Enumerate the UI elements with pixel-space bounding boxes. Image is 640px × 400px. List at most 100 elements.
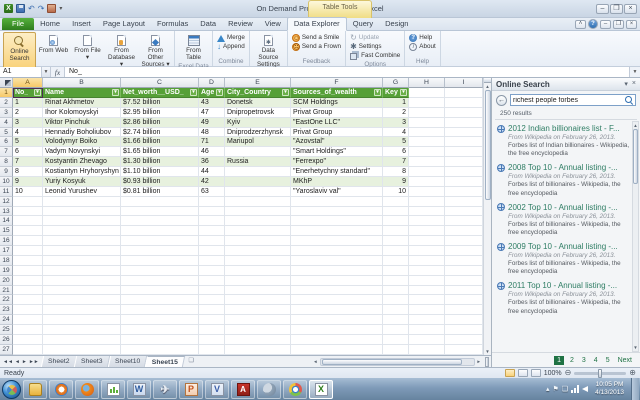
empty-cell[interactable] bbox=[13, 315, 43, 325]
table-cell[interactable]: SCM Holdings bbox=[291, 98, 383, 108]
table-cell[interactable]: Vadym Novynskyi bbox=[43, 147, 121, 157]
redo-icon[interactable]: ↷ bbox=[38, 4, 45, 13]
table-cell[interactable]: Dniprodzerzhynsk bbox=[225, 128, 291, 138]
row-header-12[interactable]: 12 bbox=[0, 197, 13, 207]
zoom-level[interactable]: 100% bbox=[544, 370, 562, 377]
table-cell[interactable]: 3 bbox=[383, 118, 409, 128]
empty-cell[interactable] bbox=[383, 335, 409, 345]
table-cell[interactable]: $1.66 billion bbox=[121, 137, 199, 147]
empty-cell[interactable] bbox=[225, 345, 291, 355]
taskbar-chartviewer-button[interactable] bbox=[101, 380, 125, 399]
empty-cell[interactable] bbox=[225, 226, 291, 236]
table-cell[interactable]: 9 bbox=[383, 177, 409, 187]
empty-cell[interactable] bbox=[409, 276, 445, 286]
from-web-button[interactable]: From Web bbox=[37, 32, 70, 69]
filter-dropdown-icon[interactable]: ▾ bbox=[374, 89, 381, 96]
result-title-link[interactable]: 2011 Top 10 - Annual listing -... bbox=[508, 281, 617, 290]
sheet-nav-buttons[interactable]: ◄◄ ◄ ► ►► bbox=[0, 356, 42, 367]
qat-customize-icon[interactable]: ▾ bbox=[59, 5, 62, 12]
online-search-button[interactable]: Online Search bbox=[3, 32, 36, 69]
empty-cell[interactable] bbox=[43, 266, 121, 276]
table-cell[interactable]: Privat Group bbox=[291, 108, 383, 118]
empty-cell[interactable] bbox=[43, 197, 121, 207]
empty-cell[interactable] bbox=[445, 187, 483, 197]
empty-cell[interactable] bbox=[383, 207, 409, 217]
empty-cell[interactable] bbox=[445, 266, 483, 276]
ribbon-tab-review[interactable]: Review bbox=[222, 18, 259, 30]
expand-formula-bar-icon[interactable]: ▼ bbox=[629, 67, 640, 77]
empty-cell[interactable] bbox=[291, 256, 383, 266]
pagination-page-1[interactable]: 1 bbox=[554, 356, 564, 365]
table-header-cell[interactable]: Age▾ bbox=[199, 88, 225, 98]
row-header-11[interactable]: 11 bbox=[0, 187, 13, 197]
empty-cell[interactable] bbox=[445, 108, 483, 118]
scroll-right-icon[interactable]: ► bbox=[475, 359, 483, 364]
filter-dropdown-icon[interactable]: ▾ bbox=[216, 89, 223, 96]
empty-cell[interactable] bbox=[383, 305, 409, 315]
column-header-B[interactable]: B bbox=[43, 78, 121, 88]
taskbar-explorer-button[interactable] bbox=[23, 380, 47, 399]
empty-cell[interactable] bbox=[409, 157, 445, 167]
pane-scroll-up-icon[interactable]: ▲ bbox=[633, 122, 637, 129]
table-cell[interactable]: Ihor Kolomoyskyi bbox=[43, 108, 121, 118]
sheet-tab-sheet10[interactable]: Sheet10 bbox=[108, 356, 148, 367]
empty-cell[interactable] bbox=[409, 147, 445, 157]
select-all-corner[interactable] bbox=[0, 78, 13, 88]
from-other-sources-button[interactable]: From Other Sources ▾ bbox=[139, 32, 172, 69]
empty-cell[interactable] bbox=[43, 236, 121, 246]
table-cell[interactable]: $7.52 billion bbox=[121, 98, 199, 108]
table-header-cell[interactable]: Key▾ bbox=[383, 88, 409, 98]
empty-cell[interactable] bbox=[13, 335, 43, 345]
pagination-page-4[interactable]: 4 bbox=[592, 356, 600, 365]
ribbon-tab-design[interactable]: Design bbox=[379, 18, 414, 30]
empty-cell[interactable] bbox=[445, 167, 483, 177]
empty-cell[interactable] bbox=[43, 226, 121, 236]
empty-cell[interactable] bbox=[409, 325, 445, 335]
empty-cell[interactable] bbox=[121, 226, 199, 236]
scroll-down-icon[interactable]: ▼ bbox=[485, 348, 489, 355]
start-button[interactable] bbox=[2, 380, 21, 399]
empty-cell[interactable] bbox=[445, 335, 483, 345]
row-header-10[interactable]: 10 bbox=[0, 177, 13, 187]
empty-cell[interactable] bbox=[199, 295, 225, 305]
empty-cell[interactable] bbox=[121, 345, 199, 355]
empty-cell[interactable] bbox=[225, 286, 291, 296]
empty-cell[interactable] bbox=[13, 266, 43, 276]
column-header-D[interactable]: D bbox=[199, 78, 225, 88]
empty-cell[interactable] bbox=[409, 295, 445, 305]
empty-cell[interactable] bbox=[383, 236, 409, 246]
empty-cell[interactable] bbox=[383, 276, 409, 286]
empty-cell[interactable] bbox=[291, 325, 383, 335]
empty-cell[interactable] bbox=[199, 345, 225, 355]
empty-cell[interactable] bbox=[383, 197, 409, 207]
empty-cell[interactable] bbox=[13, 325, 43, 335]
taskbar-clock[interactable]: 10:05 PM 4/13/2013 bbox=[591, 381, 628, 397]
pane-scrollbar[interactable]: ▲ ▼ bbox=[632, 121, 639, 352]
empty-cell[interactable] bbox=[409, 335, 445, 345]
empty-cell[interactable] bbox=[383, 266, 409, 276]
table-cell[interactable]: $1.30 billion bbox=[121, 157, 199, 167]
empty-cell[interactable] bbox=[291, 305, 383, 315]
empty-cell[interactable] bbox=[13, 236, 43, 246]
empty-cell[interactable] bbox=[291, 207, 383, 217]
table-cell[interactable]: 7 bbox=[383, 157, 409, 167]
table-cell[interactable]: $1.65 billion bbox=[121, 147, 199, 157]
table-cell[interactable]: Volodymyr Boiko bbox=[43, 137, 121, 147]
empty-cell[interactable] bbox=[199, 335, 225, 345]
empty-cell[interactable] bbox=[13, 197, 43, 207]
search-input[interactable]: richest people forbes bbox=[510, 94, 636, 106]
ribbon-tab-file[interactable]: File bbox=[2, 18, 34, 30]
result-title-link[interactable]: 2002 Top 10 - Annual listing -... bbox=[508, 203, 618, 212]
table-cell[interactable]: $1.10 billion bbox=[121, 167, 199, 177]
empty-cell[interactable] bbox=[445, 305, 483, 315]
ribbon-tab-home[interactable]: Home bbox=[34, 18, 66, 30]
next-sheet-icon[interactable]: ► bbox=[22, 359, 27, 365]
empty-cell[interactable] bbox=[199, 266, 225, 276]
sheet-tab-sheet15[interactable]: Sheet15 bbox=[145, 356, 185, 367]
table-cell[interactable]: Hennadiy Boholiubov bbox=[43, 128, 121, 138]
table-cell[interactable]: 1 bbox=[13, 98, 43, 108]
update-button[interactable]: ↻Update bbox=[348, 33, 402, 42]
empty-cell[interactable] bbox=[199, 256, 225, 266]
table-header-cell[interactable]: Sources_of_wealth▾ bbox=[291, 88, 383, 98]
empty-cell[interactable] bbox=[121, 315, 199, 325]
